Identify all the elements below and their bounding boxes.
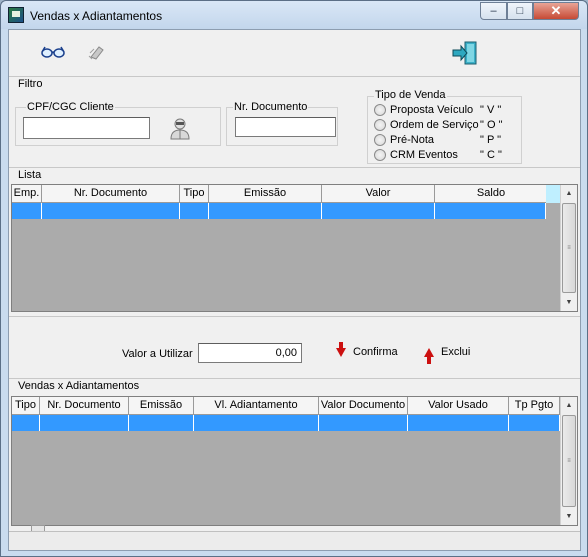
doc-label: Nr. Documento [233,101,309,113]
col-tipo[interactable]: Tipo [180,185,209,203]
col-tp-pgto[interactable]: Tp Pgto [509,397,560,415]
app-window: Vendas x Adiantamentos – □ ✕ Filtro CPF/… [0,0,588,557]
col-emissao[interactable]: Emissão [129,397,194,415]
arrow-down-icon [336,341,346,357]
table-cell [40,415,129,431]
table-row[interactable] [12,415,560,431]
status-bar [9,531,580,550]
table-cell [322,203,435,219]
arrow-up-icon [424,347,434,364]
exit-door-icon[interactable] [450,40,480,66]
window-title: Vendas x Adiantamentos [30,9,163,23]
table-cell [509,415,560,431]
col-saldo[interactable]: Saldo [435,185,548,203]
radio-code: " V " [480,103,502,116]
scroll-down-icon[interactable]: ▼ [561,508,577,525]
client-area: Filtro CPF/CGC Cliente Nr. Documento Pro… [8,29,581,551]
vendas-grid[interactable]: Tipo Nr. Documento Emissão Vl. Adiantame… [11,396,578,526]
scroll-up-icon[interactable]: ▲ [561,185,577,202]
client-search-icon[interactable] [167,115,193,141]
table-cell [12,415,40,431]
col-valor-usado[interactable]: Valor Usado [408,397,509,415]
table-cell [12,203,42,219]
vendas-header: Tipo Nr. Documento Emissão Vl. Adiantame… [12,397,560,415]
divider [9,167,580,168]
table-cell [42,203,180,219]
toolbar [9,30,580,76]
table-cell [209,203,322,219]
divider [9,76,580,77]
radio-label: Proposta Veículo [390,103,474,116]
radio-button[interactable] [374,133,386,146]
scroll-thumb[interactable]: ≡ [562,415,576,507]
radio-code: " P " [480,133,502,146]
radio-label: Pré-Nota [390,133,435,146]
col-valor-documento[interactable]: Valor Documento [319,397,408,415]
table-cell [319,415,408,431]
scroll-thumb[interactable]: ≡ [562,203,576,293]
cpf-input[interactable] [23,117,150,139]
vendas-scrollbar[interactable]: ▲ ≡ ▼ [560,397,577,525]
col-nr-documento[interactable]: Nr. Documento [42,185,180,203]
table-row[interactable] [12,203,546,219]
lista-header: Emp. Nr. Documento Tipo Emissão Valor Sa… [12,185,560,203]
doc-input[interactable] [235,117,336,137]
col-emp[interactable]: Emp. [12,185,42,203]
app-icon [8,7,24,23]
divider [9,378,580,379]
table-cell [129,415,194,431]
close-button[interactable]: ✕ [533,2,579,20]
table-cell [180,203,209,219]
radio-proposta[interactable]: Proposta Veículo " V " [374,102,520,117]
title-bar[interactable]: Vendas x Adiantamentos – □ ✕ [1,1,587,29]
col-nr-documento[interactable]: Nr. Documento [40,397,129,415]
col-emissao[interactable]: Emissão [209,185,322,203]
lista-label: Lista [17,169,43,181]
radio-code: " O " [480,118,503,131]
col-valor[interactable]: Valor [322,185,435,203]
radio-ordem[interactable]: Ordem de Serviço " O " [374,117,520,132]
col-tipo[interactable]: Tipo [12,397,40,415]
scroll-down-icon[interactable]: ▼ [561,294,577,311]
tipo-venda-group: Proposta Veículo " V " Ordem de Serviço … [367,96,522,164]
lista-scrollbar[interactable]: ▲ ≡ ▼ [560,185,577,311]
radio-label: CRM Eventos [390,148,458,161]
minimize-button[interactable]: – [480,2,507,20]
glasses-icon[interactable] [40,42,66,62]
table-cell [408,415,509,431]
valor-label: Valor a Utilizar [122,348,193,360]
valor-input[interactable]: 0,00 [198,343,302,363]
divider [9,316,580,317]
radio-button[interactable] [374,148,386,161]
maximize-button[interactable]: □ [507,2,533,20]
cpf-label: CPF/CGC Cliente [26,101,115,113]
table-cell [435,203,546,219]
exclui-label: Exclui [441,346,471,358]
header-corner [546,185,560,203]
tipo-venda-label: Tipo de Venda [374,89,447,101]
confirma-button[interactable]: Confirma [336,341,398,361]
table-cell [194,415,319,431]
col-vl-adiantamento[interactable]: Vl. Adiantamento [194,397,319,415]
radio-button[interactable] [374,103,386,116]
lista-grid[interactable]: Emp. Nr. Documento Tipo Emissão Valor Sa… [11,184,578,312]
radio-crm[interactable]: CRM Eventos " C " [374,147,520,162]
filter-label: Filtro [17,78,44,90]
radio-label: Ordem de Serviço [390,118,479,131]
radio-code: " C " [480,148,502,161]
scroll-up-icon[interactable]: ▲ [561,397,577,414]
radio-button[interactable] [374,118,386,131]
confirma-label: Confirma [353,346,398,358]
radio-pre-nota[interactable]: Pré-Nota " P " [374,132,520,147]
vendas-label: Vendas x Adiantamentos [17,380,141,392]
eraser-icon[interactable] [86,42,108,62]
exclui-button[interactable]: Exclui [424,343,471,364]
